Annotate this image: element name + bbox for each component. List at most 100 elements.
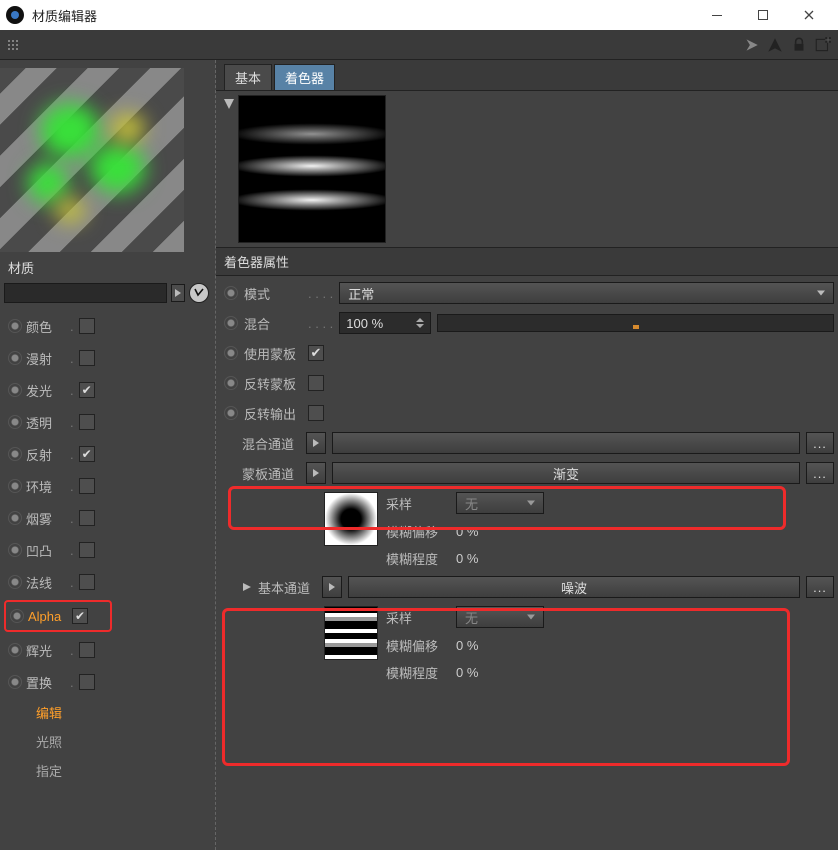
expand-button[interactable] <box>322 576 342 598</box>
checkbox[interactable] <box>79 414 95 430</box>
browse-button[interactable]: ... <box>806 462 834 484</box>
base-sample-row: 采样 无 <box>386 606 834 628</box>
new-tab-icon[interactable] <box>814 36 832 54</box>
material-name-input[interactable] <box>4 283 167 303</box>
dropdown-button[interactable] <box>171 284 185 302</box>
radio-icon <box>8 383 22 397</box>
channel-diffuse[interactable]: 漫射 . <box>8 347 207 369</box>
material-name-row <box>0 281 215 309</box>
browse-button[interactable]: ... <box>806 432 834 454</box>
window-titlebar: 材质编辑器 <box>0 0 838 30</box>
mix-channel-slot[interactable] <box>332 432 800 454</box>
radio-icon <box>8 675 22 689</box>
channel-color[interactable]: 颜色 . <box>8 315 207 337</box>
picker-icon[interactable] <box>189 283 209 303</box>
inv-out-checkbox[interactable] <box>308 405 324 421</box>
checkbox[interactable] <box>79 642 95 658</box>
channel-alpha[interactable]: Alpha ✔ <box>10 605 106 627</box>
checkbox[interactable] <box>79 510 95 526</box>
channel-displacement[interactable]: 置换 . <box>8 671 207 693</box>
mix-input[interactable]: 100 % <box>339 312 431 334</box>
window-minimize-button[interactable] <box>694 0 740 30</box>
sub-edit[interactable]: 编辑 <box>36 703 207 722</box>
window-close-button[interactable] <box>786 0 832 30</box>
checkbox[interactable] <box>79 318 95 334</box>
checkbox[interactable]: ✔ <box>79 446 95 462</box>
row-base-channel: 基本通道 噪波 ... <box>224 576 834 598</box>
use-mask-checkbox[interactable]: ✔ <box>308 345 324 361</box>
base-blur-scale-input[interactable]: 0 % <box>456 665 478 680</box>
radio-icon <box>224 406 238 420</box>
radio-icon <box>8 643 22 657</box>
base-channel-slot[interactable]: 噪波 <box>348 576 800 598</box>
lock-icon[interactable] <box>790 36 808 54</box>
grip-icon[interactable] <box>6 38 20 52</box>
prop-inv-mask: 反转蒙板 <box>224 372 834 394</box>
checkbox[interactable] <box>79 674 95 690</box>
radio-icon <box>224 346 238 360</box>
checkbox[interactable]: ✔ <box>79 382 95 398</box>
mask-blur-offset-row: 模糊偏移 0 % <box>386 522 834 541</box>
tab-basic[interactable]: 基本 <box>224 64 272 90</box>
radio-icon <box>224 316 238 330</box>
back-arrow-icon[interactable] <box>742 36 760 54</box>
sub-assign[interactable]: 指定 <box>36 761 207 780</box>
shader-preview[interactable] <box>238 95 386 243</box>
mode-select[interactable]: 正常 <box>339 282 834 304</box>
checkbox[interactable] <box>79 542 95 558</box>
mask-blur-offset-input[interactable]: 0 % <box>456 524 478 539</box>
checkbox[interactable] <box>79 478 95 494</box>
radio-icon <box>8 319 22 333</box>
base-blur-offset-row: 模糊偏移 0 % <box>386 636 834 655</box>
row-mix-channel: 混合通道 ... <box>224 432 834 454</box>
radio-icon <box>8 511 22 525</box>
base-blur-offset-input[interactable]: 0 % <box>456 638 478 653</box>
inv-mask-checkbox[interactable] <box>308 375 324 391</box>
expand-button[interactable] <box>306 432 326 454</box>
mask-blur-scale-input[interactable]: 0 % <box>456 551 478 566</box>
prop-inv-out: 反转输出 <box>224 402 834 424</box>
material-preview[interactable] <box>0 68 184 252</box>
channel-reflection[interactable]: 反射 . ✔ <box>8 443 207 465</box>
channel-transparency[interactable]: 透明 . <box>8 411 207 433</box>
mask-sample-select[interactable]: 无 <box>456 492 544 514</box>
up-arrow-icon[interactable] <box>766 36 784 54</box>
channel-environment[interactable]: 环境 . <box>8 475 207 497</box>
base-thumbnail[interactable] <box>324 606 378 660</box>
radio-icon <box>224 286 238 300</box>
channel-bump[interactable]: 凹凸 . <box>8 539 207 561</box>
channel-normal[interactable]: 法线 . <box>8 571 207 593</box>
radio-icon <box>8 415 22 429</box>
collapse-icon[interactable] <box>224 99 234 109</box>
checkbox[interactable] <box>79 350 95 366</box>
channel-fog[interactable]: 烟雾 . <box>8 507 207 529</box>
section-shader-props: 着色器属性 <box>216 247 838 276</box>
material-label: 材质 <box>0 252 215 281</box>
checkbox[interactable] <box>79 574 95 590</box>
radio-icon <box>10 609 24 623</box>
browse-button[interactable]: ... <box>806 576 834 598</box>
mask-channel-slot[interactable]: 渐变 <box>332 462 800 484</box>
left-panel: 材质 颜色 . 漫射 . <box>0 60 216 850</box>
radio-icon <box>8 543 22 557</box>
channel-glow[interactable]: 辉光 . <box>8 639 207 661</box>
base-channel-detail: 采样 无 模糊偏移 0 % 模糊程度 <box>224 606 834 682</box>
mix-slider[interactable] <box>437 314 834 332</box>
expand-button[interactable] <box>306 462 326 484</box>
mask-channel-detail: 采样 无 模糊偏移 0 % 模糊程度 <box>224 492 834 568</box>
prop-mix: 混合 . . . . 100 % <box>224 312 834 334</box>
radio-icon <box>8 351 22 365</box>
mask-blur-scale-row: 模糊程度 0 % <box>386 549 834 568</box>
tab-shader[interactable]: 着色器 <box>274 64 335 90</box>
prop-use-mask: 使用蒙板 ✔ <box>224 342 834 364</box>
collapse-icon[interactable] <box>242 582 252 592</box>
window-title: 材质编辑器 <box>32 6 97 25</box>
prop-mode: 模式 . . . . 正常 <box>224 282 834 304</box>
sub-illum[interactable]: 光照 <box>36 732 207 751</box>
mode-value: 正常 <box>348 284 374 303</box>
channel-luminance[interactable]: 发光 . ✔ <box>8 379 207 401</box>
mask-thumbnail[interactable] <box>324 492 378 546</box>
base-sample-select[interactable]: 无 <box>456 606 544 628</box>
checkbox[interactable]: ✔ <box>72 608 88 624</box>
window-maximize-button[interactable] <box>740 0 786 30</box>
